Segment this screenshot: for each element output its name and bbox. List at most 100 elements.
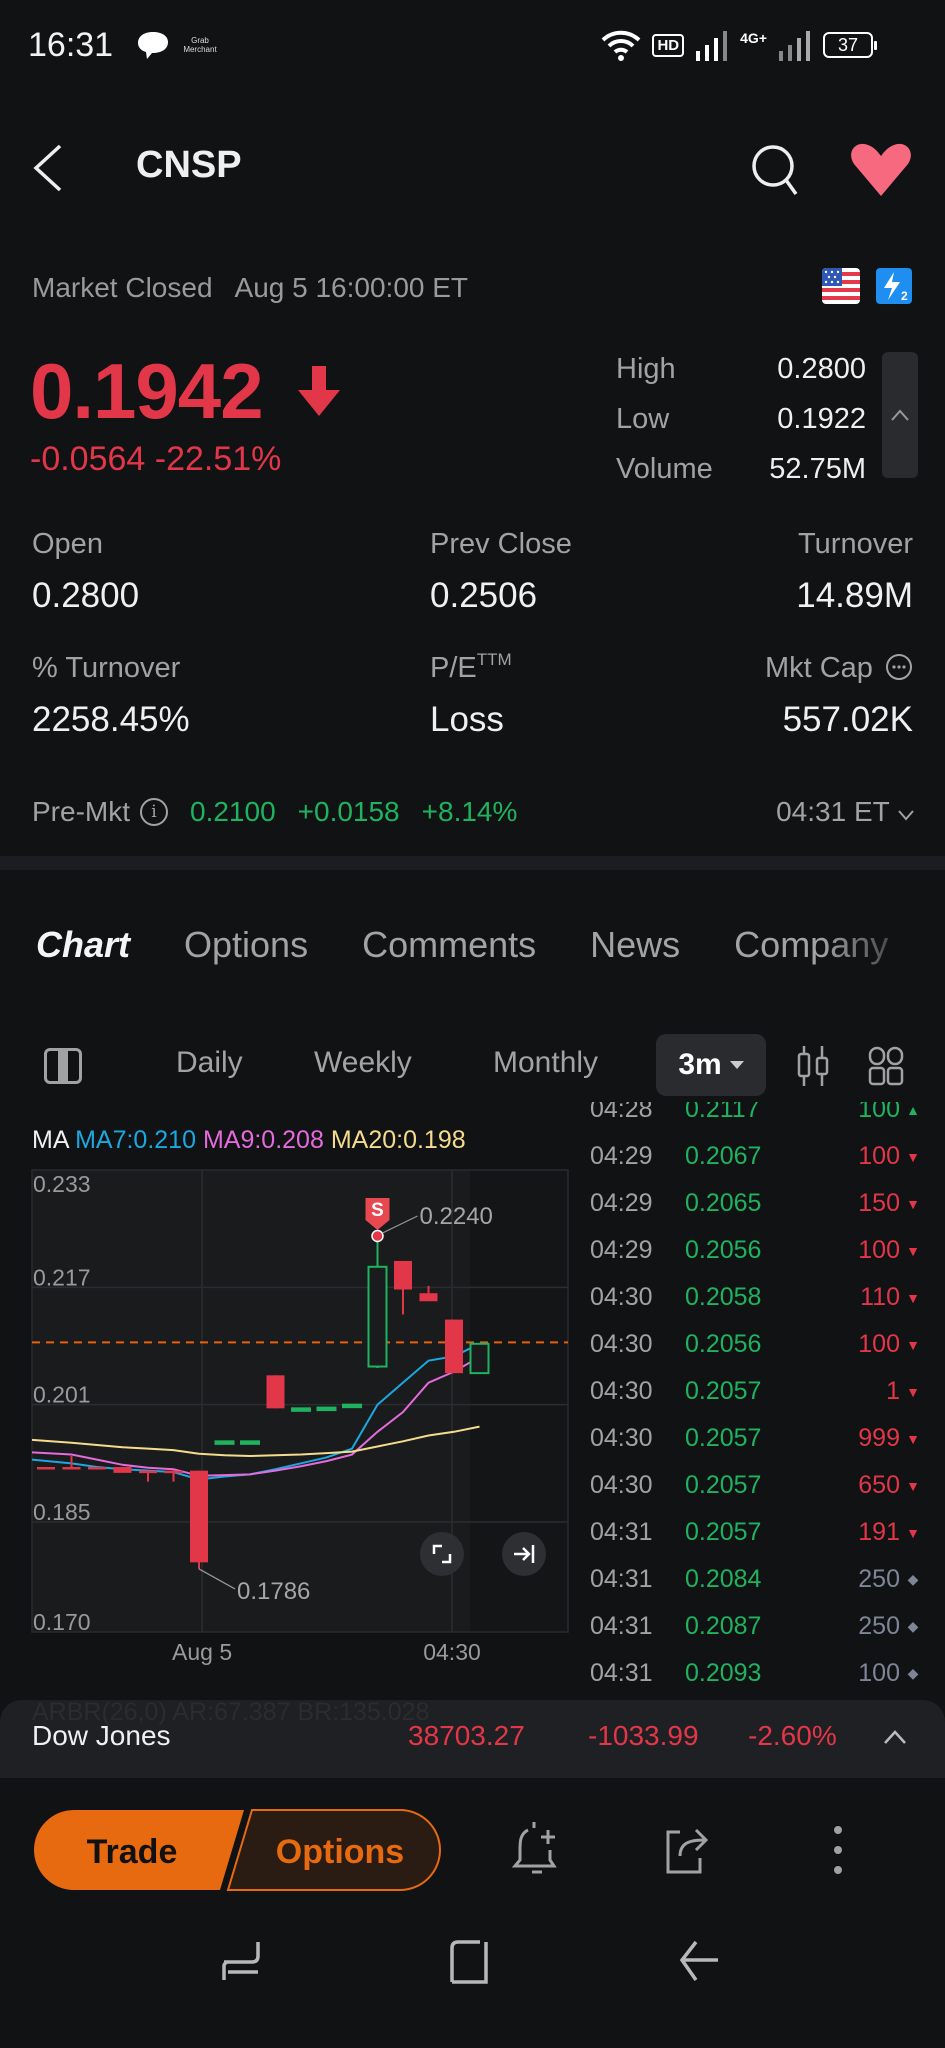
- tick-row: 04:31 0.2084 250 ◆: [590, 1556, 920, 1603]
- last-price: 0.1942: [30, 347, 264, 435]
- period-monthly[interactable]: Monthly: [493, 1046, 598, 1080]
- tick-volume: 250: [858, 1565, 900, 1593]
- network-type: 4G+: [740, 30, 767, 46]
- indicators-button[interactable]: [868, 1046, 904, 1091]
- max-price-label: 0.2240: [420, 1203, 493, 1230]
- tick-volume: 191: [858, 1518, 900, 1546]
- high-row: High 0.2800: [616, 344, 866, 394]
- system-back-button[interactable]: [674, 1936, 724, 1986]
- stat-value: 0.2506: [430, 576, 538, 615]
- candle-body: [419, 1293, 438, 1302]
- heart-icon: [851, 143, 911, 196]
- trade-button[interactable]: Trade: [32, 1808, 244, 1892]
- volume-label: Volume: [616, 452, 713, 485]
- signal-marker-label: S: [371, 1200, 384, 1221]
- y-tick-label: 0.201: [33, 1382, 91, 1408]
- period-daily[interactable]: Daily: [176, 1046, 243, 1080]
- tick-price: 0.2056: [685, 1330, 762, 1358]
- candle-body: [62, 1467, 81, 1470]
- price-alert-button[interactable]: [510, 1820, 566, 1880]
- grab-merchant-icon: Grab Merchant: [183, 36, 217, 54]
- tick-price: 0.2067: [685, 1142, 762, 1170]
- interval-selector[interactable]: 3m: [656, 1034, 766, 1096]
- candle-body: [367, 1265, 388, 1368]
- info-icon[interactable]: i: [140, 798, 168, 826]
- tick-price: 0.2056: [685, 1236, 762, 1264]
- y-tick-label: 0.233: [33, 1171, 91, 1197]
- battery-icon: 37: [823, 32, 877, 58]
- tick-time: 04:29: [590, 1189, 653, 1217]
- chart-type-button[interactable]: [796, 1044, 830, 1093]
- jump-to-latest-icon: [514, 1545, 535, 1563]
- tick-row: 04:31 0.2093 100 ◆: [590, 1650, 920, 1697]
- back-button[interactable]: [30, 142, 70, 194]
- chevron-down-icon: [898, 810, 914, 821]
- home-button[interactable]: [446, 1936, 496, 1986]
- recent-apps-button[interactable]: [218, 1936, 268, 1986]
- tick-row: 04:30 0.2058 110 ▼: [590, 1274, 920, 1321]
- low-value: 0.1922: [777, 402, 866, 435]
- premarket-time: 04:31 ET: [776, 796, 890, 827]
- options-button[interactable]: Options: [224, 1808, 442, 1892]
- period-weekly[interactable]: Weekly: [314, 1046, 412, 1080]
- tab-news[interactable]: News: [590, 924, 680, 966]
- more-button[interactable]: [810, 1820, 866, 1880]
- tick-volume: 110: [860, 1283, 900, 1311]
- toggle-panel-button[interactable]: [44, 1048, 82, 1084]
- premarket-change: +0.0158: [297, 796, 400, 827]
- share-button[interactable]: [660, 1820, 716, 1880]
- stat-mkt-cap[interactable]: Mkt Cap 557.02K: [765, 652, 913, 740]
- favorite-button[interactable]: [848, 142, 914, 198]
- tick-time: 04:30: [590, 1330, 653, 1358]
- stat-label: Prev Close: [430, 528, 572, 560]
- tick-row: 04:29 0.2067 100 ▼: [590, 1133, 920, 1180]
- candle-body: [240, 1440, 260, 1445]
- stat-value: 2258.45%: [32, 700, 190, 739]
- jump-to-latest-button[interactable]: [502, 1532, 546, 1576]
- tick-row: 04:30 0.2057 1 ▼: [590, 1368, 920, 1415]
- tick-time: 04:31: [590, 1612, 653, 1640]
- pe-label: P/E: [430, 652, 477, 684]
- tick-direction-icon: ◆: [907, 1618, 919, 1634]
- tab-comments[interactable]: Comments: [362, 924, 536, 966]
- search-icon: [752, 145, 798, 196]
- price-chart[interactable]: 0.233 0.217 0.201 0.185 0.170 Aug 5 04:30 S 0.…: [0, 1150, 580, 1670]
- more-vertical-icon: [834, 1826, 842, 1874]
- tick-price: 0.2058: [685, 1283, 762, 1311]
- tick-price: 0.2057: [685, 1424, 762, 1452]
- tab-options[interactable]: Options: [184, 924, 308, 966]
- tick-time: 04:30: [590, 1424, 653, 1452]
- time-and-sales[interactable]: 04:28 0.2117 100 ▲ 04:29 0.2067 100 ▼ 04:29 0.206…: [590, 1102, 920, 1702]
- tick-volume: 100: [858, 1142, 900, 1170]
- chevron-up-icon: [891, 409, 909, 421]
- premarket-change-percent: +8.14%: [421, 796, 518, 827]
- collapse-quote-button[interactable]: [882, 352, 918, 478]
- min-price-label: 0.1786: [237, 1578, 310, 1605]
- tick-time: 04:28: [590, 1102, 653, 1123]
- lightning-level2-icon[interactable]: 2: [876, 268, 912, 304]
- stat-value: Loss: [430, 700, 504, 739]
- fullscreen-button[interactable]: [420, 1532, 464, 1576]
- change-amount: -0.0564: [30, 440, 146, 478]
- expand-index-button[interactable]: [880, 1722, 910, 1752]
- tick-row: 04:29 0.2065 150 ▼: [590, 1180, 920, 1227]
- stat-percent-turnover: % Turnover 2258.45%: [32, 652, 190, 740]
- volume-value: 52.75M: [769, 452, 866, 485]
- premarket-price: 0.2100: [190, 796, 276, 827]
- change-percent: -22.51%: [154, 440, 282, 478]
- candle-body: [139, 1470, 157, 1474]
- tab-chart[interactable]: Chart: [36, 924, 136, 974]
- ttm-superscript: TTM: [476, 650, 512, 669]
- y-tick-label: 0.170: [33, 1609, 91, 1635]
- tick-price: 0.2065: [685, 1189, 762, 1217]
- premarket-time-selector[interactable]: 04:31 ET: [776, 796, 915, 828]
- search-button[interactable]: [748, 142, 804, 198]
- more-circle-icon[interactable]: [885, 653, 913, 681]
- candle-body: [342, 1403, 362, 1409]
- tick-time: 04:31: [590, 1565, 653, 1593]
- max-point-dot: [371, 1229, 384, 1243]
- tick-volume: 100: [858, 1236, 900, 1264]
- stat-value: 14.89M: [796, 576, 913, 615]
- tick-direction-icon: ▼: [906, 1336, 920, 1353]
- tick-price: 0.2084: [685, 1565, 762, 1593]
